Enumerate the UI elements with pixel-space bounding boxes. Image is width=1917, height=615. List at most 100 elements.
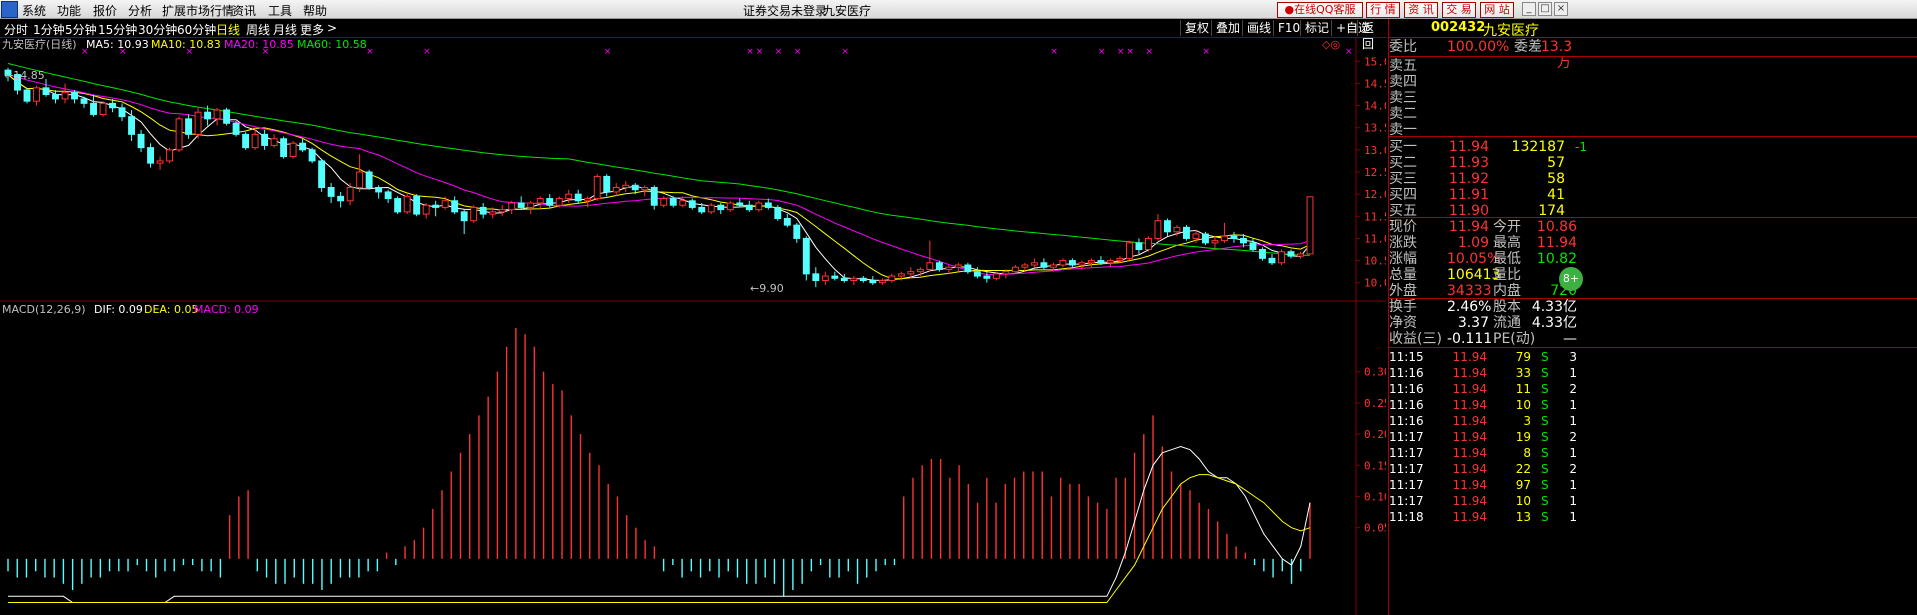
event-mark-icon[interactable]: × <box>366 47 374 57</box>
candle[interactable] <box>403 194 411 215</box>
event-mark-icon[interactable]: × <box>794 47 802 57</box>
sell-level-row[interactable]: 卖五 <box>1389 58 1917 74</box>
candle[interactable] <box>1154 214 1162 241</box>
candle[interactable] <box>1230 231 1238 243</box>
candle[interactable] <box>365 169 373 190</box>
candle[interactable] <box>1249 238 1257 252</box>
candle[interactable] <box>612 183 620 197</box>
candle[interactable] <box>470 205 478 223</box>
candle[interactable] <box>517 196 525 210</box>
candle[interactable] <box>679 196 687 208</box>
candle[interactable] <box>1221 222 1228 243</box>
candle[interactable] <box>71 90 78 104</box>
candle[interactable] <box>1278 249 1285 266</box>
candle[interactable] <box>432 200 440 217</box>
candle[interactable] <box>764 198 772 210</box>
candle[interactable] <box>926 240 934 272</box>
candle[interactable] <box>840 273 848 283</box>
candle[interactable] <box>318 158 326 192</box>
candle[interactable] <box>185 114 193 139</box>
candle[interactable] <box>223 107 231 126</box>
candle[interactable] <box>821 271 829 285</box>
event-mark-icon[interactable]: × <box>1050 47 1058 57</box>
mark-button[interactable]: 标记 <box>1300 20 1333 36</box>
event-mark-icon[interactable]: × <box>841 47 849 57</box>
candle[interactable] <box>945 265 953 274</box>
candle[interactable] <box>327 183 335 203</box>
candle[interactable] <box>232 121 240 137</box>
candle[interactable] <box>1211 236 1219 250</box>
candle[interactable] <box>375 185 383 199</box>
candle[interactable] <box>983 271 991 283</box>
menu-quote[interactable]: 报价 <box>93 2 117 19</box>
candle[interactable] <box>33 85 40 106</box>
candle[interactable] <box>356 154 364 192</box>
candle[interactable] <box>802 236 810 281</box>
candle[interactable] <box>831 271 839 281</box>
buy-level-row[interactable]: 买四 11.91 41 <box>1389 187 1917 203</box>
event-mark-icon[interactable]: × <box>1145 47 1153 57</box>
overlay-button[interactable]: 叠加 <box>1211 20 1244 36</box>
event-mark-icon[interactable]: × <box>756 47 764 57</box>
candle[interactable] <box>118 103 126 122</box>
candle[interactable] <box>337 191 345 208</box>
period-timeshare[interactable]: 分时 <box>4 21 28 38</box>
candle[interactable] <box>261 129 269 150</box>
menu-tools[interactable]: 工具 <box>268 2 292 19</box>
menu-help[interactable]: 帮助 <box>303 2 327 19</box>
candle[interactable] <box>650 185 658 210</box>
news-button[interactable]: 资 讯 <box>1404 2 1438 18</box>
candle[interactable] <box>166 147 174 164</box>
period-60min[interactable]: 60分钟 <box>177 21 216 38</box>
period-more[interactable]: 更多 <box>300 21 324 38</box>
candle[interactable] <box>289 141 297 159</box>
candle[interactable] <box>270 134 278 148</box>
minimize-icon[interactable]: _ <box>1522 2 1536 16</box>
candle[interactable] <box>23 87 31 104</box>
period-30min[interactable]: 30分钟 <box>138 21 177 38</box>
candle[interactable] <box>280 136 288 159</box>
candle[interactable] <box>1306 196 1314 255</box>
candle[interactable] <box>90 94 97 117</box>
candle[interactable] <box>1030 258 1038 268</box>
buy-level-row[interactable]: 买一 11.94 132187 -1 <box>1389 139 1917 155</box>
close-icon[interactable]: × <box>1554 2 1568 16</box>
candle[interactable] <box>859 276 867 283</box>
back-button[interactable]: 返回 <box>1357 20 1386 51</box>
event-mark-icon[interactable]: × <box>1098 47 1106 57</box>
candle[interactable] <box>1059 258 1067 268</box>
candle[interactable] <box>745 200 753 212</box>
chart-settings-icon[interactable]: ◇◎ <box>1322 38 1340 51</box>
event-mark-icon[interactable]: × <box>775 47 783 57</box>
candle[interactable] <box>1125 240 1133 261</box>
candle[interactable] <box>1040 258 1048 270</box>
period-monthly[interactable]: 月线 <box>273 21 297 38</box>
kline-chart[interactable]: 15.00 14.50 14.00 13.50 13.00 12.50 12.00 11.50… <box>0 38 1386 615</box>
candle[interactable] <box>128 110 135 141</box>
candle[interactable] <box>1259 247 1266 261</box>
candles[interactable] <box>4 67 1314 288</box>
candle[interactable] <box>527 200 535 215</box>
candle[interactable] <box>869 276 877 285</box>
sell-level-row[interactable]: 卖二 <box>1389 106 1917 122</box>
candle[interactable] <box>308 147 316 164</box>
event-mark-icon[interactable]: × <box>746 47 754 57</box>
candle[interactable] <box>954 262 962 272</box>
trade-button[interactable]: 交 易 <box>1442 2 1476 18</box>
event-mark-icon[interactable]: × <box>1126 47 1134 57</box>
maximize-icon[interactable]: □ <box>1538 2 1552 16</box>
event-mark-icon[interactable]: × <box>1345 47 1353 57</box>
candle[interactable] <box>1297 251 1304 259</box>
candle[interactable] <box>726 200 734 212</box>
candle[interactable] <box>565 189 573 203</box>
candle[interactable] <box>574 189 582 203</box>
qq-service-button[interactable]: ●在线QQ客服 <box>1277 2 1363 18</box>
adjust-rights-button[interactable]: 复权 <box>1180 20 1213 36</box>
candle[interactable] <box>622 180 630 192</box>
sell-level-row[interactable]: 卖四 <box>1389 74 1917 90</box>
candle[interactable] <box>137 129 145 153</box>
candle[interactable] <box>394 196 402 215</box>
candle[interactable] <box>147 143 155 168</box>
candle[interactable] <box>1287 249 1295 259</box>
chevron-right-icon[interactable]: > <box>327 21 337 35</box>
